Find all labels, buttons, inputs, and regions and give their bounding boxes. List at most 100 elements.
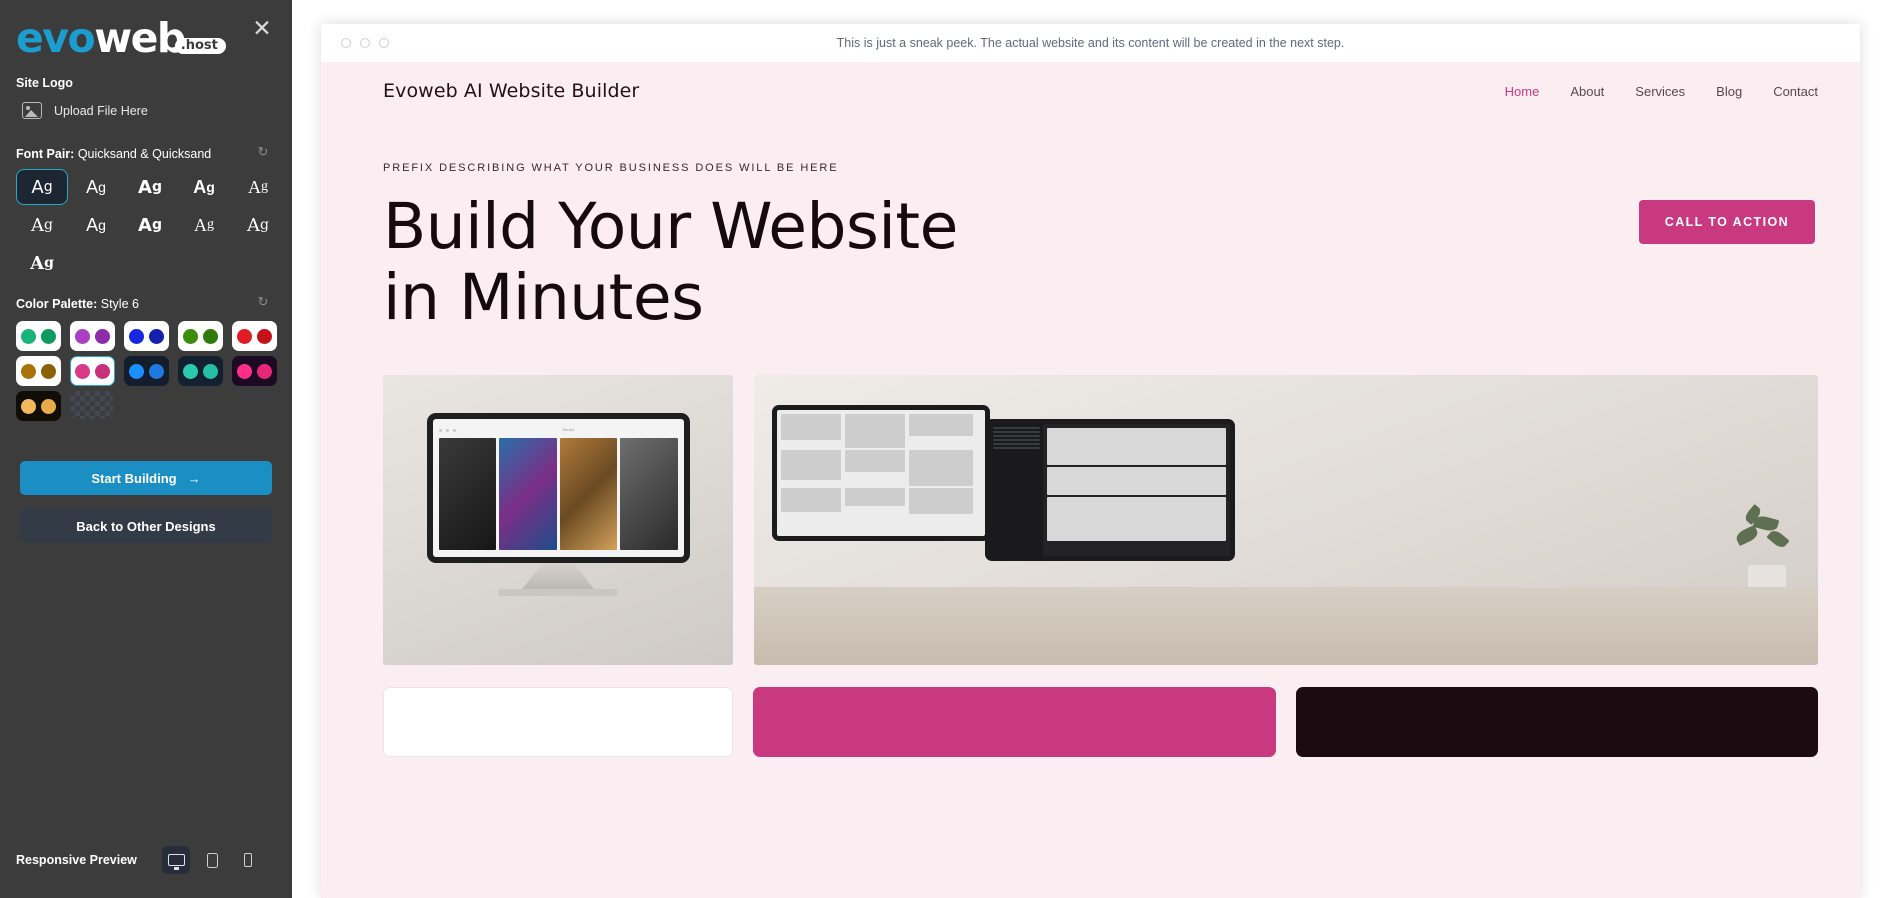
- responsive-preview-section: Responsive Preview: [0, 846, 292, 874]
- font-option-8[interactable]: Ag: [124, 207, 176, 243]
- hero-section: PREFIX DESCRIBING WHAT YOUR BUSINESS DOE…: [321, 120, 1860, 333]
- plant-leaf: [1734, 525, 1760, 547]
- color-palette-label-text: Color Palette:: [16, 297, 98, 311]
- imac-tile: [559, 438, 617, 551]
- close-icon[interactable]: ✕: [250, 17, 274, 41]
- monitor-tile: [909, 450, 973, 487]
- plant-decoration: [1734, 503, 1800, 600]
- font-pair-grid: Ag Ag Ag Ag Ag Ag Ag Ag Ag Ag Ag: [0, 161, 292, 281]
- font-option-10[interactable]: Ag: [232, 207, 284, 243]
- desktop-preview-button[interactable]: [162, 846, 190, 874]
- sneak-peek-notice: This is just a sneak peek. The actual we…: [836, 36, 1345, 50]
- nav-link-about[interactable]: About: [1570, 84, 1604, 99]
- monitor-main: [1043, 424, 1230, 556]
- font-pair-refresh-icon[interactable]: ↻: [256, 145, 270, 159]
- color-palette-option-9[interactable]: [178, 356, 223, 386]
- monitor-line: [993, 439, 1040, 442]
- font-option-2[interactable]: Ag: [70, 169, 122, 205]
- color-palette-refresh-icon[interactable]: ↻: [256, 295, 270, 309]
- call-to-action-button[interactable]: CALL TO ACTION: [1638, 200, 1815, 244]
- font-pair-section: Font Pair: Quicksand & Quicksand ↻ Ag Ag…: [0, 145, 292, 281]
- palette-dot: [203, 328, 218, 344]
- feature-card-2: [753, 687, 1276, 758]
- imac-base: [498, 589, 618, 597]
- font-option-11[interactable]: Ag: [16, 245, 68, 281]
- color-palette-option-6[interactable]: [16, 356, 61, 386]
- nav-link-contact[interactable]: Contact: [1773, 84, 1818, 99]
- imac-stand: [522, 563, 594, 590]
- browser-dot-minimize[interactable]: [360, 38, 370, 48]
- monitor-line: [993, 447, 1040, 450]
- font-option-7[interactable]: Ag: [70, 207, 122, 243]
- logo-text-evo: evo: [16, 13, 96, 62]
- site-logo-section: Site Logo Upload File Here: [0, 76, 292, 119]
- color-palette-option-11[interactable]: [16, 391, 61, 421]
- imac-site-title: Studio: [562, 428, 575, 433]
- imac-screen-content: Studio: [432, 419, 684, 558]
- color-palette-option-8[interactable]: [124, 356, 169, 386]
- color-palette-option-12[interactable]: [70, 391, 113, 419]
- imac-tile: [620, 438, 678, 551]
- imac-dot: [445, 428, 449, 432]
- imac-image-grid: [438, 438, 678, 551]
- tablet-icon: [206, 852, 218, 868]
- start-building-button[interactable]: Start Building →: [20, 461, 272, 495]
- nav-link-home[interactable]: Home: [1505, 84, 1540, 99]
- monitor-sidebar: [990, 424, 1043, 557]
- palette-dot: [149, 363, 164, 379]
- app-logo: evo web .host: [0, 0, 292, 62]
- palette-dot: [183, 363, 198, 379]
- sidebar-actions: Start Building → Back to Other Designs: [0, 461, 292, 543]
- monitor-right: [985, 419, 1235, 562]
- font-option-6[interactable]: Ag: [16, 207, 68, 243]
- mobile-preview-button[interactable]: [234, 846, 262, 874]
- nav-link-blog[interactable]: Blog: [1716, 84, 1742, 99]
- logo-badge-host: .host: [174, 37, 226, 54]
- font-option-9[interactable]: Ag: [178, 207, 230, 243]
- imac-dot: [452, 428, 456, 432]
- monitor-line: [993, 435, 1040, 438]
- palette-dot: [129, 328, 144, 344]
- font-pair-value: Quicksand & Quicksand: [77, 147, 212, 161]
- palette-dot: [75, 363, 90, 379]
- palette-dot: [95, 328, 110, 344]
- imac-dot: [438, 428, 442, 432]
- color-palette-option-4[interactable]: [178, 321, 223, 351]
- feature-card-1: [383, 687, 733, 758]
- palette-dot: [41, 328, 56, 344]
- preview-website: Evoweb AI Website Builder Home About Ser…: [321, 62, 1860, 898]
- font-option-1[interactable]: Ag: [16, 169, 68, 205]
- imac-screen: Studio: [426, 413, 690, 564]
- hero-text-block: PREFIX DESCRIBING WHAT YOUR BUSINESS DOE…: [383, 162, 1639, 333]
- color-palette-option-3[interactable]: [124, 321, 169, 351]
- logo-text-web: web: [94, 13, 186, 62]
- browser-toolbar: This is just a sneak peek. The actual we…: [321, 24, 1860, 62]
- monitor-left-content: [777, 410, 985, 537]
- back-to-other-designs-button[interactable]: Back to Other Designs: [20, 509, 272, 543]
- font-option-4[interactable]: Ag: [178, 169, 230, 205]
- font-option-3[interactable]: Ag: [124, 169, 176, 205]
- browser-dot-maximize[interactable]: [379, 38, 389, 48]
- tablet-preview-button[interactable]: [198, 846, 226, 874]
- imac-browser-bar: Studio: [438, 426, 678, 434]
- browser-dot-close[interactable]: [341, 38, 351, 48]
- color-palette-option-2[interactable]: [70, 321, 115, 351]
- upload-file-button[interactable]: Upload File Here: [22, 102, 292, 119]
- font-option-5[interactable]: Ag: [232, 169, 284, 205]
- palette-dot: [257, 328, 272, 344]
- color-palette-option-5[interactable]: [232, 321, 277, 351]
- color-palette-option-7[interactable]: [70, 356, 115, 386]
- monitor-icon: [167, 854, 185, 870]
- monitor-right-content: [990, 424, 1230, 557]
- imac-tile: [499, 438, 557, 551]
- color-palette-option-1[interactable]: [16, 321, 61, 351]
- nav-link-services[interactable]: Services: [1635, 84, 1685, 99]
- color-palette-label: Color Palette: Style 6: [0, 297, 292, 311]
- color-palette-option-10[interactable]: [232, 356, 277, 386]
- monitor-card: [1046, 496, 1226, 542]
- photo-dual-monitors: [754, 375, 1818, 666]
- design-settings-sidebar: ✕ evo web .host Site Logo Upload File Here…: [0, 0, 292, 898]
- hero-title: Build Your Website in Minutes: [383, 190, 958, 334]
- palette-dot: [41, 363, 56, 379]
- monitor-tile: [781, 450, 841, 481]
